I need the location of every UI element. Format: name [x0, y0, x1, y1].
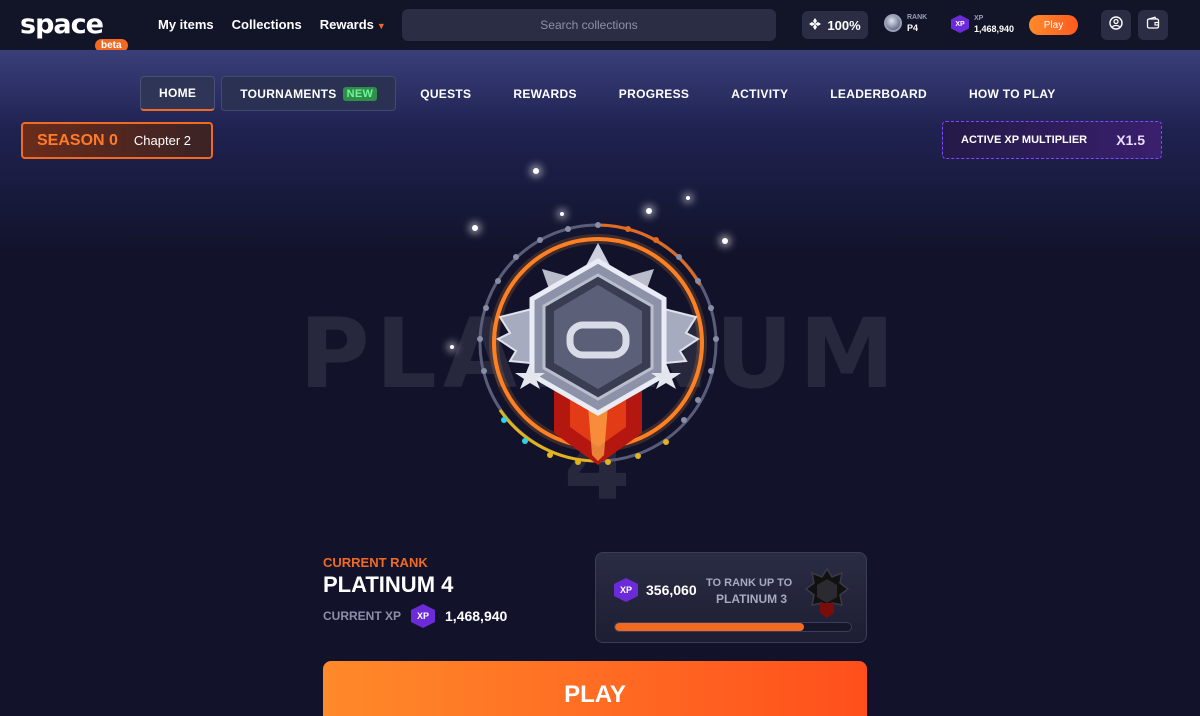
search-input[interactable]: Search collections: [402, 9, 776, 41]
xp-icon: XP: [614, 578, 638, 602]
xp-icon: XP: [411, 604, 436, 628]
tab-tournaments-label: TOURNAMENTS: [240, 86, 337, 101]
section-tabs: HOME TOURNAMENTS NEW QUESTS REWARDS PROGR…: [140, 76, 1077, 111]
nav-collections[interactable]: Collections: [232, 17, 302, 32]
tab-quests[interactable]: QUESTS: [396, 76, 492, 111]
tab-home[interactable]: HOME: [140, 76, 216, 111]
nav-rewards-label: Rewards: [319, 17, 374, 32]
tab-rewards-label: REWARDS: [513, 86, 577, 101]
season-indicator[interactable]: SEASON 0 Chapter 2: [21, 122, 213, 159]
current-rank-name: PLATINUM 4: [323, 572, 454, 597]
multiplier-value: X1.5: [1116, 132, 1145, 148]
user-icon: [1109, 15, 1123, 35]
tab-leaderboard-label: LEADERBOARD: [830, 86, 927, 101]
top-bar: space beta My items Collections Rewards ▼…: [0, 0, 1200, 52]
percent-value: 100%: [827, 17, 861, 33]
profile-button[interactable]: [1101, 10, 1131, 40]
rank-value: P4: [907, 23, 919, 33]
tab-activity-label: ACTIVITY: [731, 86, 789, 101]
tab-tournaments[interactable]: TOURNAMENTS NEW: [221, 76, 397, 111]
xp-multiplier-card: ACTIVE XP MULTIPLIER X1.5: [942, 121, 1162, 159]
diamond-icon: [809, 17, 822, 33]
rank-progress-fill: [615, 623, 804, 631]
rank-progress-bar: [614, 622, 852, 632]
xp-label: XP: [974, 15, 984, 22]
tab-home-label: HOME: [159, 86, 197, 100]
tab-how-to-play-label: HOW TO PLAY: [968, 86, 1056, 101]
tab-progress[interactable]: PROGRESS: [598, 76, 710, 111]
next-rank-badge-icon: [804, 567, 850, 624]
top-nav: My items Collections Rewards ▼: [158, 17, 386, 32]
percent-pill[interactable]: 100%: [802, 11, 868, 39]
sparkle-icon: [686, 196, 690, 200]
next-rank-line1: TO RANK UP TO: [706, 577, 793, 589]
xp-value: 1,468,940: [974, 24, 1015, 34]
logo[interactable]: space beta: [20, 9, 128, 52]
current-xp-label: CURRENT XP: [323, 609, 402, 623]
xp-icon: XP: [951, 15, 969, 33]
rank-badge-icon: [884, 14, 902, 32]
tab-how-to-play[interactable]: HOW TO PLAY: [948, 76, 1077, 111]
next-rank-text: TO RANK UP TO PLATINUM 3: [706, 575, 792, 607]
tab-rewards[interactable]: REWARDS: [492, 76, 597, 111]
next-rank-line2: PLATINUM 3: [716, 592, 788, 606]
sparkle-icon: [646, 208, 652, 214]
sparkle-icon: [450, 345, 454, 349]
multiplier-label: ACTIVE XP MULTIPLIER: [961, 134, 1088, 146]
tab-progress-label: PROGRESS: [618, 86, 690, 101]
tab-activity[interactable]: ACTIVITY: [710, 76, 809, 111]
current-xp-row: CURRENT XP XP 1,468,940: [323, 604, 507, 628]
xp-indicator[interactable]: XP XP 1,468,940: [951, 14, 1014, 34]
current-rank-label: CURRENT RANK: [323, 555, 428, 570]
new-badge: NEW: [342, 86, 378, 101]
nav-my-items[interactable]: My items: [158, 17, 214, 32]
logo-text: space: [20, 9, 104, 40]
platinum-rank-emblem: [470, 215, 730, 480]
tab-quests-label: QUESTS: [420, 86, 472, 101]
chapter-label: Chapter 2: [133, 133, 192, 148]
sparkle-icon: [533, 168, 539, 174]
rank-label: RANK: [907, 14, 928, 21]
tab-leaderboard[interactable]: LEADERBOARD: [809, 76, 948, 111]
wallet-icon: [1146, 15, 1160, 35]
play-button-header[interactable]: Play: [1029, 15, 1078, 35]
season-label: SEASON 0: [37, 131, 118, 149]
rank-indicator[interactable]: RANK P4: [884, 13, 927, 33]
nav-rewards[interactable]: Rewards ▼: [320, 17, 386, 32]
chevron-down-icon: ▼: [376, 21, 386, 31]
xp-needed-value: 356,060: [646, 582, 697, 598]
play-button[interactable]: PLAY: [323, 661, 867, 716]
next-rank-card: XP 356,060 TO RANK UP TO PLATINUM 3: [595, 552, 867, 643]
xp-needed: XP 356,060: [614, 578, 697, 602]
wallet-button[interactable]: [1138, 10, 1168, 40]
current-xp-value: 1,468,940: [445, 608, 508, 624]
